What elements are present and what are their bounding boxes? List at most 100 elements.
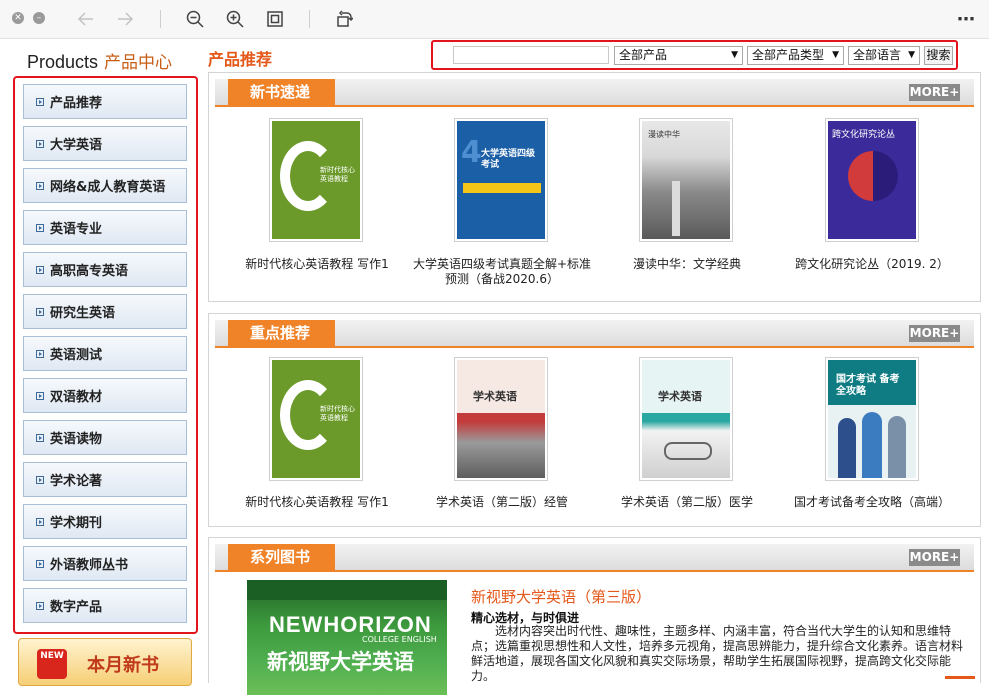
book-cover[interactable]: 新时代核心英语教程 [269, 118, 363, 242]
book-title[interactable]: 国才考试备考全攻略（高端） [777, 495, 967, 510]
rotate-icon[interactable] [332, 0, 356, 38]
cover-image: 国才考试 备考全攻略 [828, 360, 916, 478]
section-header: 重点推荐 MORE+ [215, 320, 974, 348]
sidebar-item-teacher-series[interactable]: 外语教师丛书 [23, 546, 187, 581]
arrow-bullet-icon [36, 517, 44, 526]
search-input[interactable] [453, 46, 609, 64]
arrow-bullet-icon [36, 475, 44, 484]
book-title[interactable]: 大学英语四级考试真题全解+标准预测（备战2020.6） [407, 257, 597, 287]
book-cover[interactable]: 漫读中华 [639, 118, 733, 242]
arrow-bullet-icon [36, 223, 44, 232]
language-select[interactable]: 全部语言 ▼ [848, 46, 920, 65]
cover-cet-graphic: 4 [461, 135, 482, 170]
products-heading-cn: 产品中心 [104, 53, 173, 72]
book-cover[interactable]: 跨文化研究论丛 [825, 118, 919, 242]
sidebar-item-graduate-english[interactable]: 研究生英语 [23, 294, 187, 329]
cover-image: 学术英语 [457, 360, 545, 478]
arrow-bullet-icon [36, 433, 44, 442]
new-book-icon: NEW [37, 649, 67, 679]
sidebar-item-label: 英语读物 [50, 432, 103, 447]
more-link[interactable]: MORE+ [909, 84, 960, 101]
new-books-this-month-button[interactable]: NEW 本月新书 [18, 638, 192, 686]
cover-image: 学术英语 [642, 360, 730, 478]
search-button[interactable]: 搜索 [924, 46, 953, 65]
search-bar: 全部产品 ▼ 全部产品类型 ▼ 全部语言 ▼ 搜索 [431, 40, 958, 70]
book-title[interactable]: 漫读中华：文学经典 [592, 257, 782, 272]
cover-title-text: 新时代核心英语教程 [320, 166, 355, 183]
sidebar-item-label: 学术期刊 [50, 516, 103, 531]
section-header: 新书速递 MORE+ [215, 79, 974, 107]
cover-title-text: 国才考试 备考全攻略 [836, 374, 900, 397]
close-icon[interactable]: ✕ [12, 12, 24, 24]
product-type-select[interactable]: 全部产品类型 ▼ [747, 46, 844, 65]
viewer-toolbar: ✕ – ⋯ [0, 0, 989, 39]
product-select-value: 全部产品 [619, 48, 668, 62]
zoom-out-icon[interactable] [183, 0, 207, 38]
forward-arrow-icon[interactable] [113, 0, 137, 38]
dropdown-arrow-icon: ▼ [731, 50, 738, 60]
more-link[interactable]: MORE+ [909, 325, 960, 342]
arrow-bullet-icon [36, 559, 44, 568]
toolbar-divider [160, 10, 161, 28]
book-cover[interactable]: 新时代核心英语教程 [269, 357, 363, 481]
cover-stethoscope-graphic [664, 442, 712, 460]
book-title[interactable]: 学术英语（第二版）医学 [592, 495, 782, 510]
book-title[interactable]: 新时代核心英语教程 写作1 [222, 495, 412, 510]
arrow-bullet-icon [36, 139, 44, 148]
series-cover-image[interactable]: NEWHORIZON COLLEGE ENGLISH 新视野大学英语 [247, 580, 447, 695]
book-title[interactable]: 学术英语（第二版）经管 [407, 495, 597, 510]
book-cover[interactable]: 4 大学英语四级考试 [454, 118, 548, 242]
book-cover[interactable]: 学术英语 [454, 357, 548, 481]
sidebar-item-label: 数字产品 [50, 600, 103, 615]
new-books-section: 新书速递 MORE+ 新时代核心英语教程 新时代核心英语教程 写作1 4 大学英… [208, 72, 981, 302]
cover-image: 新时代核心英语教程 [272, 121, 360, 239]
sidebar-item-english-readers[interactable]: 英语读物 [23, 420, 187, 455]
minimize-icon[interactable]: – [33, 12, 45, 24]
zoom-in-icon[interactable] [223, 0, 247, 38]
sidebar-item-vocational-english[interactable]: 高职高专英语 [23, 252, 187, 287]
sidebar-item-english-test[interactable]: 英语测试 [23, 336, 187, 371]
section-tab-new-books: 新书速递 [228, 79, 335, 105]
fit-screen-icon[interactable] [263, 0, 287, 38]
arrow-bullet-icon [36, 601, 44, 610]
products-heading-en: Products [27, 52, 99, 72]
arrow-bullet-icon [36, 391, 44, 400]
sidebar-item-college-english[interactable]: 大学英语 [23, 126, 187, 161]
back-arrow-icon[interactable] [74, 0, 98, 38]
book-title[interactable]: 跨文化研究论丛（2019. 2） [777, 257, 967, 272]
sidebar-item-english-major[interactable]: 英语专业 [23, 210, 187, 245]
sidebar-item-label: 英语测试 [50, 348, 103, 363]
more-link[interactable]: MORE+ [909, 549, 960, 566]
arrow-bullet-icon [36, 265, 44, 274]
sidebar-item-academic-journals[interactable]: 学术期刊 [23, 504, 187, 539]
series-section: 系列图书 MORE+ NEWHORIZON COLLEGE ENGLISH 新视… [208, 537, 981, 695]
series-title[interactable]: 新视野大学英语（第三版） [471, 586, 651, 607]
sidebar-item-bilingual-textbooks[interactable]: 双语教材 [23, 378, 187, 413]
category-sidebar: 产品推荐 大学英语 网络&成人教育英语 英语专业 高职高专英语 研究生英语 英语… [13, 76, 198, 634]
product-select[interactable]: 全部产品 ▼ [614, 46, 743, 65]
sidebar-item-recommended[interactable]: 产品推荐 [23, 84, 187, 119]
book-title[interactable]: 新时代核心英语教程 写作1 [222, 257, 412, 272]
section-header: 系列图书 MORE+ [215, 544, 974, 572]
cover-image: 4 大学英语四级考试 [457, 121, 545, 239]
page-title: 产品推荐 [208, 50, 273, 69]
book-cover[interactable]: 学术英语 [639, 357, 733, 481]
cover-title-text: 大学英语四级考试 [481, 149, 536, 170]
arrow-bullet-icon [36, 349, 44, 358]
featured-section: 重点推荐 MORE+ 新时代核心英语教程 新时代核心英语教程 写作1 学术英语 … [208, 313, 981, 527]
cover-people-graphic [862, 412, 882, 478]
cover-people-graphic [888, 416, 906, 478]
cover-image: 漫读中华 [642, 121, 730, 239]
products-heading: Products 产品中心 [27, 48, 172, 73]
sidebar-item-label: 学术论著 [50, 474, 103, 489]
book-cover[interactable]: 国才考试 备考全攻略 [825, 357, 919, 481]
cover-title-text: 跨文化研究论丛 [832, 130, 896, 140]
sidebar-item-label: 大学英语 [50, 138, 103, 153]
more-options-icon[interactable]: ⋯ [954, 0, 978, 38]
series-description: 选材内容突出时代性、趣味性，主题多样、内涵丰富，符合当代大学生的认知和思维特点；… [471, 624, 964, 683]
sidebar-item-online-adult-english[interactable]: 网络&成人教育英语 [23, 168, 187, 203]
sidebar-item-academic-works[interactable]: 学术论著 [23, 462, 187, 497]
sidebar-item-digital-products[interactable]: 数字产品 [23, 588, 187, 623]
dropdown-arrow-icon: ▼ [832, 50, 839, 60]
sidebar-item-label: 双语教材 [50, 390, 103, 405]
